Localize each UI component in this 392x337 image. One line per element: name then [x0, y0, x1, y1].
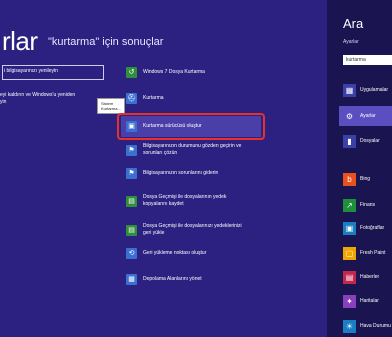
scope-item-bing[interactable]: b Bing: [343, 172, 392, 186]
search-pane-heading: Ara: [343, 16, 364, 31]
file-recovery-icon: ↺: [128, 69, 135, 76]
file-history-restore-icon: ▤: [126, 224, 137, 236]
scope-item-label: Bing: [360, 176, 371, 182]
scope-item-files[interactable]: ▮ Dosyalar: [343, 134, 392, 148]
result-label: Windows 7 Dosya Kurtarma: [143, 68, 205, 75]
restore-point-icon: ⟲: [126, 247, 137, 259]
scope-item-label: Uygulamalar: [360, 87, 389, 93]
action-center-flag-icon: ⚑: [128, 147, 135, 154]
result-item[interactable]: ↺ Windows 7 Dosya Kurtarma: [126, 64, 205, 80]
result-item[interactable]: ⚑ Bilgisayarınızın durumunu gözden geçir…: [126, 142, 276, 158]
reset-pc-label-cont: yin: [0, 99, 7, 105]
troubleshoot-flag-icon: ⚑: [126, 167, 137, 179]
maps-icon: ✦: [346, 296, 353, 306]
scope-item-label: Finans: [360, 202, 376, 208]
action-center-flag-icon: ⚑: [126, 144, 137, 156]
storage-spaces-icon: ▦: [126, 273, 137, 285]
tooltip: Sistem Kurtarma...: [97, 98, 125, 114]
result-item[interactable]: ⚑ Bilgisayarınızın sorunlarını giderin: [126, 165, 218, 181]
scope-item-settings[interactable]: ⚙ Ayarlar: [343, 109, 392, 123]
result-label: Kurtarma: [143, 94, 164, 101]
scope-item-label: Fresh Paint: [360, 250, 386, 256]
file-recovery-icon: ↺: [126, 66, 137, 78]
reset-pc-label[interactable]: eyi kaldırın ve Windows'u yeniden: [0, 92, 75, 98]
results-query-heading: "kurtarma" için sonuçlar: [48, 35, 164, 48]
maps-icon: ✦: [343, 294, 356, 308]
result-item[interactable]: ⟲ Geri yükleme noktası oluştur: [126, 245, 206, 261]
refresh-pc-label: i bilgisayarınızı yenileyin: [4, 68, 58, 74]
bing-icon: b: [343, 172, 356, 186]
scope-item-label: Haberler: [360, 274, 380, 280]
scope-item-label: Ayarlar: [360, 113, 376, 119]
scope-item-label: Haritalar: [360, 298, 379, 304]
weather-icon: ☀: [343, 319, 356, 333]
search-scope-label: Ayarlar: [343, 39, 359, 45]
files-icon: ▮: [343, 134, 356, 148]
tooltip-line: Kurtarma...: [101, 106, 121, 111]
scope-item-apps[interactable]: ▦ Uygulamalar: [343, 83, 392, 97]
scope-item-photos[interactable]: ▣ Fotoğraflar: [343, 221, 392, 235]
scope-item-maps[interactable]: ✦ Haritalar: [343, 294, 392, 308]
result-item[interactable]: ▦ Depolama Alanlarını yönet: [126, 271, 202, 287]
weather-icon: ☀: [345, 321, 354, 331]
photos-icon: ▣: [345, 223, 354, 233]
apps-icon: ▦: [343, 83, 356, 97]
result-label: Dosya Geçmişi ile dosyalarının yedek kop…: [143, 194, 227, 207]
result-label: Depolama Alanlarını yönet: [143, 275, 202, 282]
result-label: Geri yükleme noktası oluştur: [143, 249, 207, 256]
scope-item-label: Hava Durumu: [360, 323, 391, 329]
search-input[interactable]: [343, 55, 392, 65]
settings-gear-icon: ⚙: [343, 109, 356, 123]
search-charm-pane: Ara Ayarlar ▦ Uygulamalar ⚙ Ayarlar ▮ Dosya…: [327, 0, 392, 337]
photos-icon: ▣: [343, 221, 356, 235]
news-icon: ▤: [345, 272, 354, 282]
settings-gear-icon: ⚙: [345, 111, 354, 121]
result-item[interactable]: ▤ Dosya Geçmişi ile dosyalarının yedek k…: [126, 193, 276, 209]
troubleshoot-flag-icon: ⚑: [128, 170, 135, 177]
scope-item-finance[interactable]: ↗ Finans: [343, 198, 392, 212]
title-fragment: rlar: [2, 26, 38, 56]
scope-item-fresh-paint[interactable]: ▢ Fresh Paint: [343, 246, 392, 260]
file-history-restore-icon: ▤: [128, 227, 135, 234]
news-icon: ▤: [343, 270, 356, 284]
result-label: Bilgisayarınızın durumunu gözden geçirin…: [143, 143, 242, 156]
page-title: rlar "kurtarma" için sonuçlar: [2, 26, 163, 57]
result-item[interactable]: ▤ Dosya Geçmişi ile dosyalarınızı yedekl…: [126, 222, 276, 238]
apps-icon: ▦: [345, 85, 354, 95]
recovery-icon: ⛑: [127, 95, 136, 102]
file-history-save-icon: ▤: [126, 195, 137, 207]
fresh-paint-icon: ▢: [343, 246, 356, 260]
result-label: Bilgisayarınızın sorunlarını giderin: [143, 169, 219, 176]
fresh-paint-icon: ▢: [345, 248, 354, 258]
storage-spaces-icon: ▦: [128, 276, 135, 283]
result-label: Dosya Geçmişi ile dosyalarınızı yedekler…: [143, 223, 242, 236]
scope-item-weather[interactable]: ☀ Hava Durumu: [343, 319, 392, 333]
file-history-save-icon: ▤: [128, 198, 135, 205]
bing-icon: b: [347, 174, 352, 184]
result-item[interactable]: ⛑ Kurtarma: [126, 90, 164, 106]
search-results-area: rlar "kurtarma" için sonuçlar i bilgisay…: [0, 0, 327, 337]
red-highlight-outline: [117, 113, 265, 140]
files-icon: ▮: [347, 136, 352, 146]
scope-item-label: Dosyalar: [360, 138, 380, 144]
finance-icon: ↗: [346, 200, 353, 210]
finance-icon: ↗: [343, 198, 356, 212]
scope-item-news[interactable]: ▤ Haberler: [343, 270, 392, 284]
recovery-icon: ⛑: [126, 92, 137, 104]
scope-item-label: Fotoğraflar: [360, 225, 385, 231]
restore-point-icon: ⟲: [128, 250, 135, 257]
